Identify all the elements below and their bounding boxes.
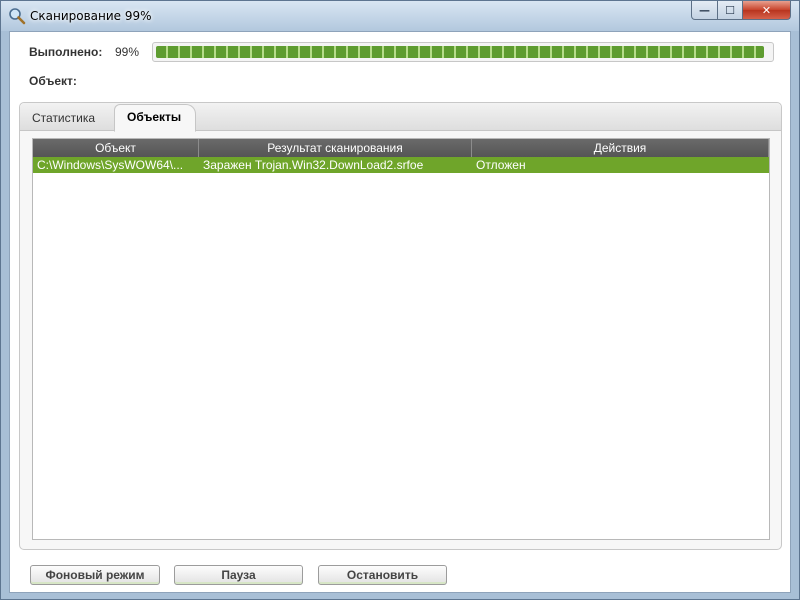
title-bar[interactable]: Сканирование 99% — ☐ ✕	[1, 1, 799, 31]
done-label: Выполнено:	[29, 45, 103, 59]
scan-progress-fill	[156, 46, 764, 58]
table-header: Объект Результат сканирования Действия	[33, 139, 769, 157]
background-mode-button[interactable]: Фоновый режим	[30, 565, 160, 585]
column-header-actions[interactable]: Действия	[472, 139, 769, 157]
magnifier-icon	[9, 8, 26, 25]
done-percent: 99%	[115, 45, 140, 59]
pause-button[interactable]: Пауза	[174, 565, 303, 585]
tab-objects[interactable]: Объекты	[114, 104, 197, 132]
stop-button[interactable]: Остановить	[318, 565, 447, 585]
tab-panel: Статистика Объекты Объект Результат скан…	[19, 102, 782, 550]
close-icon: ✕	[761, 3, 772, 17]
client-area: Выполнено: 99% Объект: Статистика Объект…	[9, 31, 791, 593]
object-label: Объект:	[29, 74, 77, 88]
cell-result: Заражен Trojan.Win32.DownLoad2.srfoe	[203, 158, 424, 172]
tab-statistics[interactable]: Статистика	[22, 106, 105, 130]
cell-action: Отложен	[476, 158, 526, 172]
table-row[interactable]: C:\Windows\SysWOW64\... Заражен Trojan.W…	[33, 157, 769, 173]
cell-object: C:\Windows\SysWOW64\...	[37, 158, 184, 172]
tab-strip: Статистика Объекты	[20, 103, 781, 132]
maximize-icon: ☐	[725, 3, 735, 17]
scan-progress-bar	[152, 42, 774, 62]
close-button[interactable]: ✕	[742, 1, 791, 20]
column-header-result[interactable]: Результат сканирования	[199, 139, 472, 157]
minimize-button[interactable]: —	[691, 1, 718, 20]
window-title: Сканирование 99%	[30, 9, 152, 23]
scan-window: Сканирование 99% — ☐ ✕ Выполнено: 99% Об…	[0, 0, 800, 600]
objects-table: Объект Результат сканирования Действия C…	[32, 138, 770, 540]
minimize-icon: —	[699, 3, 710, 17]
maximize-button[interactable]: ☐	[717, 1, 743, 20]
column-header-object[interactable]: Объект	[33, 139, 199, 157]
